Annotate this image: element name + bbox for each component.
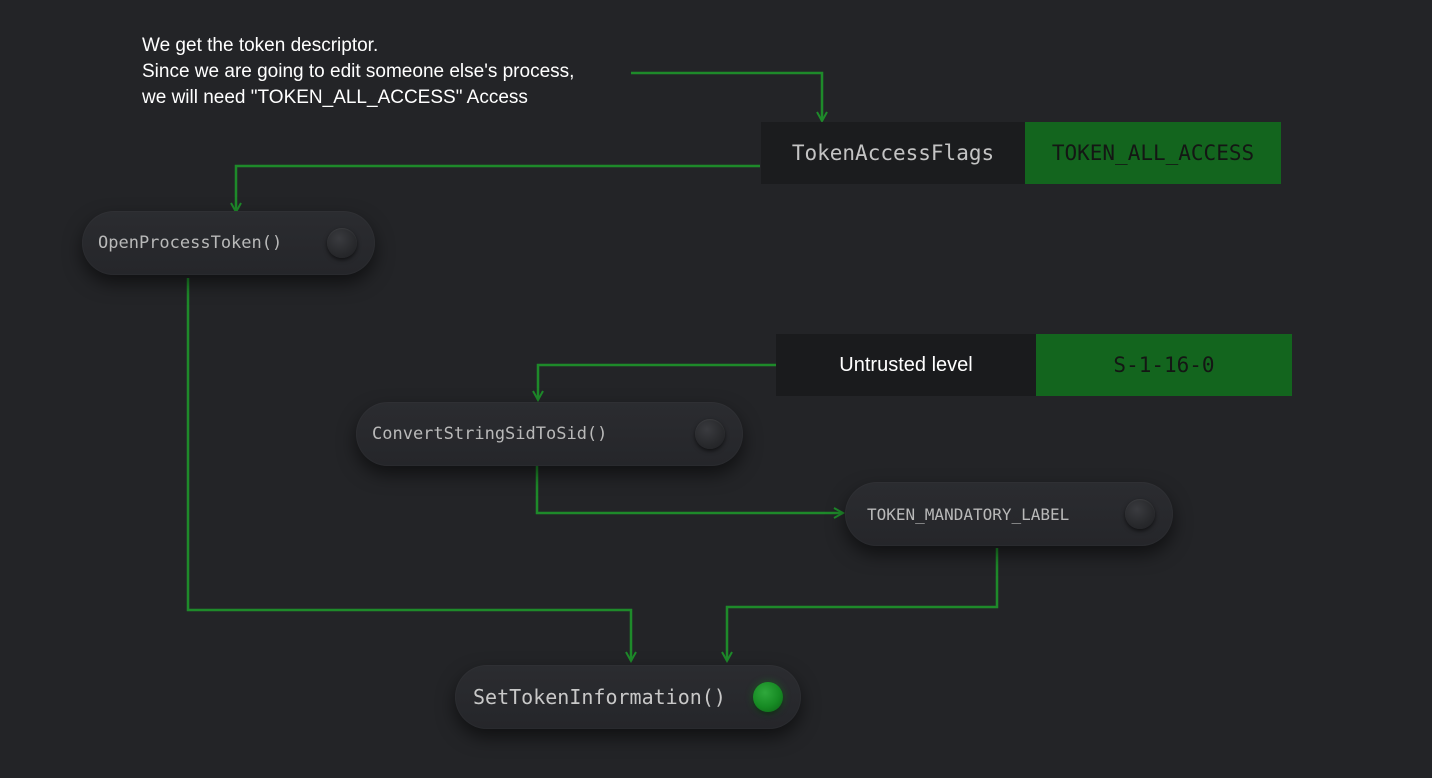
annotation-line-2: Since we are going to edit someone else'… bbox=[142, 61, 575, 82]
annotation-line-3: we will need "TOKEN_ALL_ACCESS" Access bbox=[142, 87, 528, 108]
param-integrity-level-key: Untrusted level bbox=[776, 334, 1036, 396]
connector-note-to-access-flags bbox=[631, 71, 822, 121]
connector-convert-sid-to-mandatory-label bbox=[535, 466, 843, 513]
status-led-icon bbox=[695, 419, 725, 449]
node-set-token-information-label: SetTokenInformation() bbox=[473, 685, 726, 709]
connector-open-process-token-to-set-token-info bbox=[186, 278, 631, 661]
node-convert-string-sid-to-sid[interactable]: ConvertStringSidToSid() bbox=[356, 402, 743, 466]
status-led-icon bbox=[327, 228, 357, 258]
connector-untrusted-level-to-convert-sid bbox=[538, 363, 776, 400]
active-status-led-icon bbox=[753, 682, 783, 712]
node-open-process-token-label: OpenProcessToken() bbox=[98, 233, 283, 253]
node-set-token-information[interactable]: SetTokenInformation() bbox=[455, 665, 801, 729]
annotation-note: We get the token descriptor. Since we ar… bbox=[142, 33, 574, 111]
node-token-mandatory-label[interactable]: TOKEN_MANDATORY_LABEL bbox=[845, 482, 1173, 546]
param-integrity-level-value: S-1-16-0 bbox=[1036, 334, 1292, 396]
flow-diagram: We get the token descriptor. Since we ar… bbox=[0, 0, 1432, 778]
param-access-flags-key: TokenAccessFlags bbox=[761, 122, 1025, 184]
param-access-flags: TokenAccessFlags TOKEN_ALL_ACCESS bbox=[761, 122, 1281, 184]
node-open-process-token[interactable]: OpenProcessToken() bbox=[82, 211, 375, 275]
node-token-mandatory-label-label: TOKEN_MANDATORY_LABEL bbox=[867, 504, 1070, 524]
param-access-flags-value: TOKEN_ALL_ACCESS bbox=[1025, 122, 1281, 184]
connector-mandatory-label-to-set-token-info bbox=[727, 548, 999, 661]
annotation-line-1: We get the token descriptor. bbox=[142, 35, 379, 56]
connector-access-flags-to-open-process-token bbox=[236, 164, 760, 212]
status-led-icon bbox=[1125, 499, 1155, 529]
node-convert-string-sid-to-sid-label: ConvertStringSidToSid() bbox=[372, 424, 608, 444]
param-integrity-level: Untrusted level S-1-16-0 bbox=[776, 334, 1292, 396]
